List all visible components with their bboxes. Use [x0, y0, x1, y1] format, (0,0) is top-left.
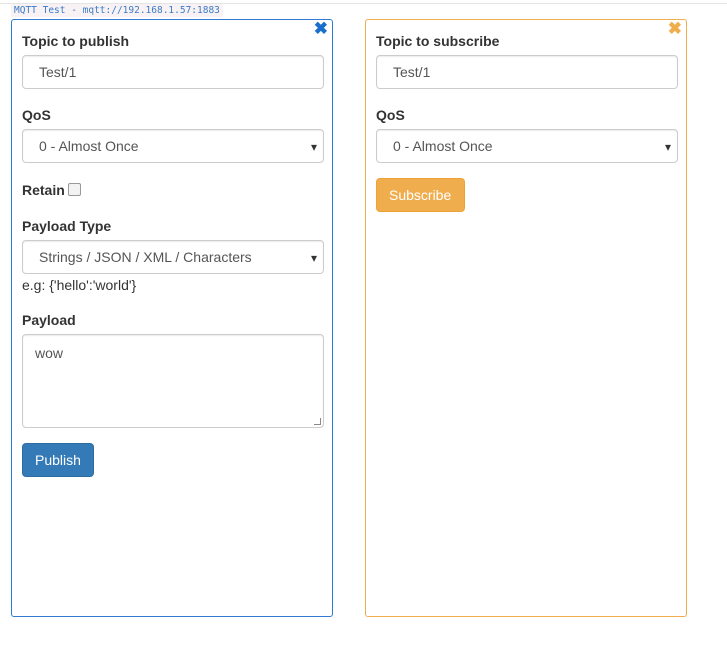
- topic-publish-label: Topic to publish: [22, 33, 130, 49]
- payload-value: wow: [35, 345, 64, 361]
- payload-textarea[interactable]: wow: [22, 334, 324, 428]
- payload-label: Payload: [22, 312, 76, 328]
- topic-subscribe-label: Topic to subscribe: [376, 33, 500, 49]
- connection-title: MQTT Test - mqtt://192.168.1.57:1883: [11, 4, 223, 17]
- qos-select[interactable]: 0 - Almost Once: [22, 129, 324, 163]
- close-icon[interactable]: ✖: [668, 20, 682, 37]
- topic-publish-input[interactable]: Test/1: [22, 55, 324, 89]
- resize-handle-icon[interactable]: [314, 418, 321, 425]
- qos-label: QoS: [376, 107, 405, 123]
- payload-hint: e.g: {'hello':'world'}: [22, 277, 137, 293]
- qos-value: 0 - Almost Once: [393, 138, 493, 154]
- retain-label: Retain: [22, 182, 65, 198]
- close-icon[interactable]: ✖: [314, 20, 328, 37]
- publish-button[interactable]: Publish: [22, 443, 94, 477]
- retain-row: Retain: [22, 182, 81, 198]
- payload-type-select[interactable]: Strings / JSON / XML / Characters: [22, 240, 324, 274]
- qos-select[interactable]: 0 - Almost Once: [376, 129, 678, 163]
- payload-type-value: Strings / JSON / XML / Characters: [39, 249, 252, 265]
- subscribe-button[interactable]: Subscribe: [376, 178, 465, 212]
- topic-subscribe-input[interactable]: Test/1: [376, 55, 678, 89]
- retain-checkbox[interactable]: [67, 183, 81, 196]
- publish-panel: ✖ Topic to publish Test/1 QoS 0 - Almost…: [11, 19, 333, 617]
- payload-type-label: Payload Type: [22, 218, 112, 234]
- qos-label: QoS: [22, 107, 51, 123]
- qos-value: 0 - Almost Once: [39, 138, 139, 154]
- subscribe-panel: ✖ Topic to subscribe Test/1 QoS 0 - Almo…: [365, 19, 687, 617]
